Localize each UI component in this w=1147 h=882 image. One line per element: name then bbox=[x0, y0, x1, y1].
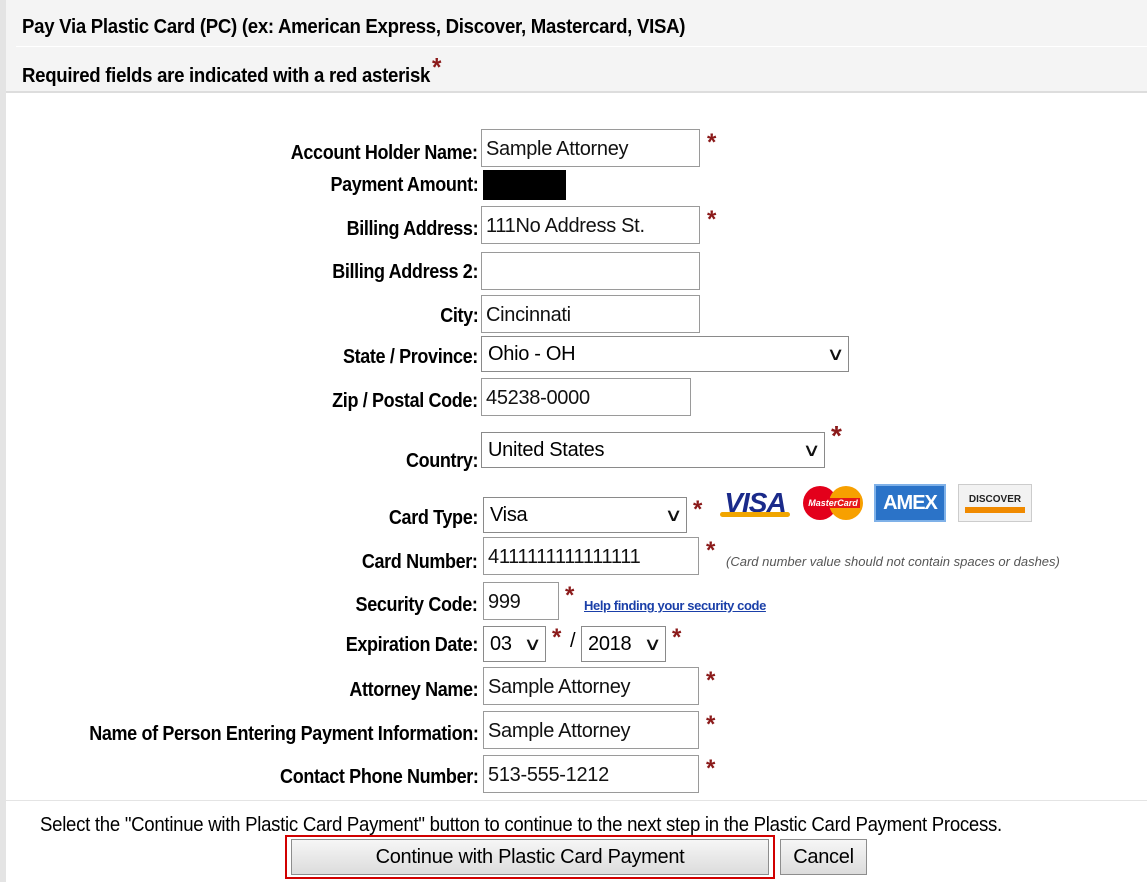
header-bottom-line bbox=[6, 91, 1147, 93]
mastercard-icon: MasterCard bbox=[803, 486, 863, 520]
discover-logo: DISCOVER bbox=[958, 484, 1032, 522]
security-code-help-link[interactable]: Help finding your security code bbox=[584, 598, 766, 613]
chevron-down-icon: ∨ bbox=[802, 439, 821, 460]
required-asterisk: * bbox=[707, 206, 717, 233]
country-select[interactable]: United States ∨ bbox=[481, 432, 825, 468]
discover-logo-text: DISCOVER bbox=[968, 493, 1022, 505]
expiration-year-select[interactable]: 2018 ∨ bbox=[581, 626, 666, 662]
entering-person-input[interactable] bbox=[483, 711, 699, 749]
required-note-text: Required fields are indicated with a red… bbox=[22, 65, 431, 87]
chevron-down-icon: ∨ bbox=[643, 633, 662, 654]
page-left-border bbox=[0, 0, 6, 882]
attorney-name-label: Attorney Name: bbox=[349, 679, 478, 701]
billing-address-2-input[interactable] bbox=[481, 252, 700, 290]
city-label: City: bbox=[439, 305, 479, 327]
mastercard-logo: MasterCard bbox=[798, 484, 868, 522]
billing-address-2-label: Billing Address 2: bbox=[332, 261, 478, 283]
page-title: Pay Via Plastic Card (PC) (ex: American … bbox=[22, 16, 686, 38]
state-province-select[interactable]: Ohio - OH ∨ bbox=[481, 336, 849, 372]
required-asterisk: * bbox=[831, 420, 842, 451]
required-asterisk: * bbox=[706, 711, 716, 738]
account-holder-name-input[interactable] bbox=[481, 129, 700, 167]
required-asterisk: * bbox=[552, 624, 562, 651]
expiration-year-value: 2018 bbox=[588, 632, 632, 655]
expiration-date-label: Expiration Date: bbox=[345, 634, 479, 656]
state-province-label: State / Province: bbox=[343, 346, 478, 368]
required-asterisk: * bbox=[672, 624, 682, 651]
required-fields-note: Required fields are indicated with a red… bbox=[22, 52, 441, 89]
card-number-input[interactable] bbox=[483, 537, 699, 575]
card-type-select[interactable]: Visa ∨ bbox=[483, 497, 687, 533]
billing-address-label: Billing Address: bbox=[346, 218, 478, 240]
contact-phone-label: Contact Phone Number: bbox=[279, 766, 479, 788]
city-input[interactable] bbox=[481, 295, 700, 333]
billing-address-input[interactable] bbox=[481, 206, 700, 244]
account-holder-name-label: Account Holder Name: bbox=[291, 142, 478, 164]
required-asterisk: * bbox=[431, 52, 442, 82]
amex-logo: AMEX bbox=[874, 484, 946, 522]
country-label: Country: bbox=[405, 450, 478, 472]
header-divider bbox=[16, 46, 1147, 47]
card-number-label: Card Number: bbox=[362, 551, 478, 573]
chevron-down-icon: ∨ bbox=[523, 633, 542, 654]
country-value: United States bbox=[488, 438, 605, 461]
security-code-label: Security Code: bbox=[356, 594, 478, 616]
discover-logo-stripe bbox=[965, 506, 1025, 513]
zip-postal-code-label: Zip / Postal Code: bbox=[332, 390, 478, 412]
cancel-button[interactable]: Cancel bbox=[780, 839, 867, 875]
expiration-month-select[interactable]: 03 ∨ bbox=[483, 626, 546, 662]
card-number-note: (Card number value should not contain sp… bbox=[726, 554, 1060, 569]
required-asterisk: * bbox=[693, 496, 703, 523]
contact-phone-input[interactable] bbox=[483, 755, 699, 793]
entering-person-label: Name of Person Entering Payment Informat… bbox=[88, 723, 479, 745]
expiration-month-value: 03 bbox=[490, 632, 512, 655]
required-asterisk: * bbox=[706, 537, 716, 564]
required-asterisk: * bbox=[706, 667, 716, 694]
expiration-separator: / bbox=[570, 630, 576, 652]
payment-amount-label: Payment Amount: bbox=[330, 174, 478, 196]
attorney-name-input[interactable] bbox=[483, 667, 699, 705]
payment-amount-redacted bbox=[483, 170, 566, 200]
continue-button[interactable]: Continue with Plastic Card Payment bbox=[291, 839, 769, 875]
required-asterisk: * bbox=[707, 129, 717, 156]
card-type-label: Card Type: bbox=[388, 507, 478, 529]
visa-logo-stripe bbox=[720, 512, 790, 517]
chevron-down-icon: ∨ bbox=[664, 504, 683, 525]
zip-postal-code-input[interactable] bbox=[481, 378, 691, 416]
footer-divider bbox=[6, 800, 1147, 801]
card-type-value: Visa bbox=[490, 503, 528, 526]
continue-instruction: Select the "Continue with Plastic Card P… bbox=[40, 814, 1002, 836]
required-asterisk: * bbox=[565, 582, 575, 609]
required-asterisk: * bbox=[706, 755, 716, 782]
chevron-down-icon: ∨ bbox=[826, 343, 845, 364]
security-code-input[interactable] bbox=[483, 582, 559, 620]
mastercard-logo-text: MasterCard bbox=[808, 498, 858, 508]
state-province-value: Ohio - OH bbox=[488, 342, 576, 365]
